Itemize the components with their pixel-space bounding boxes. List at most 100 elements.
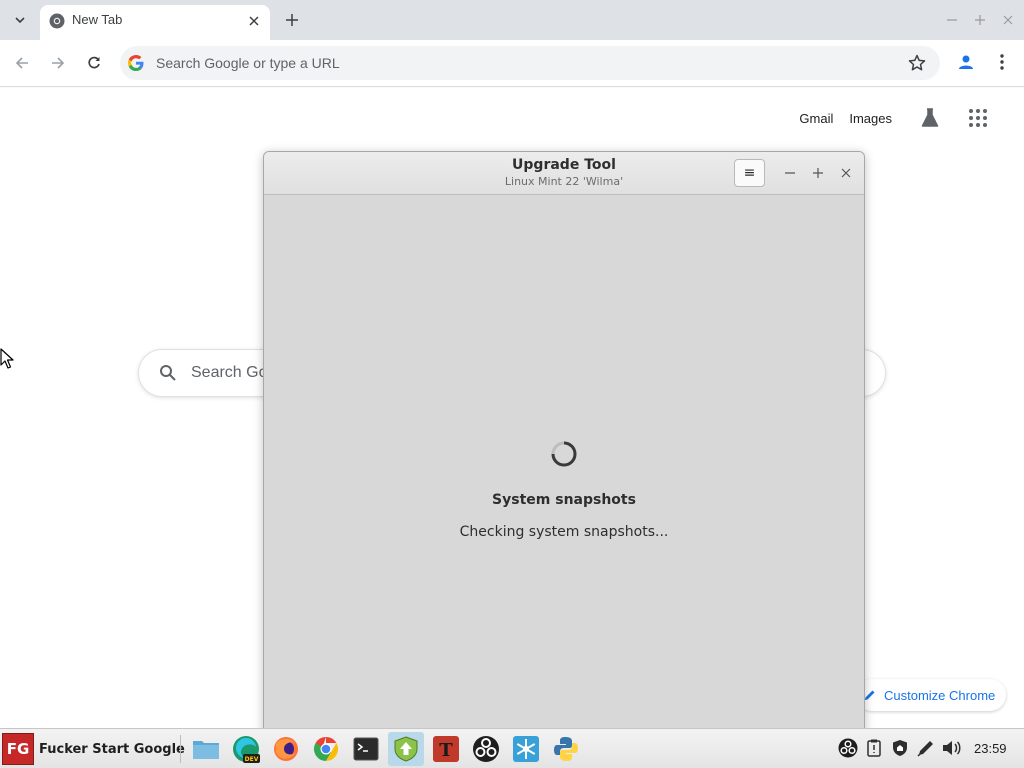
arrow-left-icon (15, 57, 28, 69)
upgrade-tool-window: Upgrade Tool Linux Mint 22 'Wilma' ≡ Sys… (263, 151, 865, 741)
profile-button[interactable] (954, 50, 978, 74)
minimize-icon (947, 19, 957, 21)
close-window-button[interactable] (998, 8, 1018, 32)
pen-icon (917, 741, 933, 757)
obs-icon (473, 736, 499, 762)
firefox-icon (274, 737, 298, 761)
customize-chrome-button[interactable]: Customize Chrome (856, 679, 1006, 711)
launcher-edge-dev[interactable]: DEV (228, 732, 264, 766)
shield-icon (893, 740, 907, 756)
dialog-subtitle: Linux Mint 22 'Wilma' (504, 175, 624, 188)
launcher-font-app[interactable]: T (428, 732, 464, 766)
pencil-icon (865, 690, 875, 700)
maximize-icon (813, 168, 823, 178)
forward-button[interactable] (45, 50, 71, 76)
close-icon (249, 16, 259, 26)
images-link[interactable]: Images (849, 111, 892, 126)
labs-button[interactable] (918, 106, 942, 130)
reload-button[interactable] (81, 50, 107, 76)
snowflake-app-icon (513, 736, 539, 762)
ntp-search-placeholder: Search Go (191, 364, 268, 381)
launcher-terminal[interactable] (348, 732, 384, 766)
hamburger-menu-icon: ≡ (743, 165, 756, 181)
minimize-icon (785, 172, 795, 174)
tab-strip: New Tab (0, 0, 1024, 40)
launcher-obs[interactable] (468, 732, 504, 766)
maximize-icon (975, 15, 985, 25)
launcher-file-manager[interactable] (188, 732, 224, 766)
omnibox[interactable] (120, 46, 940, 80)
start-menu-label: Fucker Start Google (39, 741, 185, 757)
taskbar-separator (180, 735, 181, 763)
mouse-cursor-icon (0, 348, 14, 369)
launcher-snowflake-app[interactable] (508, 732, 544, 766)
launcher-chrome[interactable] (308, 732, 344, 766)
edge-dev-icon: DEV (233, 736, 260, 763)
launcher-firefox[interactable] (268, 732, 304, 766)
reload-icon (88, 56, 100, 69)
omnibox-input[interactable] (156, 46, 896, 80)
start-logo: FG (2, 733, 34, 765)
profile-avatar-icon (959, 55, 973, 69)
loading-spinner-icon (551, 441, 577, 467)
status-message: Checking system snapshots... (459, 524, 669, 540)
chevron-down-icon (15, 17, 25, 24)
python-icon (554, 737, 578, 761)
tray-pen[interactable] (916, 737, 936, 759)
back-button[interactable] (9, 50, 35, 76)
dialog-menu-button[interactable]: ≡ (734, 159, 765, 187)
apps-grid-icon (969, 109, 987, 127)
tab-new-tab[interactable]: New Tab (40, 5, 270, 40)
new-tab-button[interactable] (280, 8, 304, 32)
start-menu-button[interactable]: FG Fucker Start Google (2, 732, 185, 766)
status-title: System snapshots (492, 492, 636, 508)
chrome-menu-button[interactable] (992, 50, 1012, 74)
svg-text:DEV: DEV (245, 756, 259, 763)
gmail-link[interactable]: Gmail (799, 111, 833, 126)
apps-button[interactable] (966, 106, 990, 130)
plus-icon (286, 14, 298, 26)
launcher-upgrade-tool[interactable] (388, 732, 424, 766)
dialog-title: Upgrade Tool (512, 157, 616, 173)
tray-clipboard[interactable] (864, 737, 884, 759)
close-icon (841, 168, 851, 178)
clock[interactable]: 23:59 (974, 741, 1007, 756)
dialog-maximize-button[interactable] (808, 162, 828, 184)
svg-text:T: T (439, 740, 453, 761)
font-app-icon: T (433, 736, 459, 762)
window-controls (942, 8, 1018, 32)
volume-icon (943, 741, 961, 755)
taskbar: FG Fucker Start Google DEV T 23:59 (0, 728, 1024, 768)
show-desktop-button[interactable] (1021, 737, 1024, 759)
tray-obs[interactable] (838, 737, 858, 759)
obs-tray-icon (838, 738, 858, 758)
launcher-list: DEV T (188, 732, 584, 766)
chrome-icon (313, 737, 339, 761)
launcher-python[interactable] (548, 732, 584, 766)
dialog-minimize-button[interactable] (780, 162, 800, 184)
flask-icon (921, 108, 939, 127)
tray-shield[interactable] (890, 737, 910, 759)
tab-close-button[interactable] (246, 13, 262, 29)
close-icon (1003, 15, 1013, 25)
bookmark-star-icon[interactable] (908, 54, 926, 72)
dialog-close-button[interactable] (836, 162, 856, 184)
google-g-icon (128, 55, 144, 71)
customize-chrome-label: Customize Chrome (884, 687, 996, 703)
ntp-header-links: Gmail Images (799, 106, 1004, 130)
browser-toolbar (0, 40, 1024, 87)
minimize-button[interactable] (942, 8, 962, 32)
chrome-favicon-icon (49, 13, 65, 29)
tab-title: New Tab (72, 12, 123, 27)
dialog-header-bar[interactable]: Upgrade Tool Linux Mint 22 'Wilma' ≡ (264, 152, 864, 195)
system-tray: 23:59 (838, 737, 1024, 759)
mint-upgrade-icon (394, 736, 418, 762)
search-icon (160, 365, 176, 381)
clipboard-icon (867, 739, 881, 757)
tray-volume[interactable] (942, 737, 962, 759)
more-vert-icon (1000, 54, 1004, 70)
arrow-right-icon (52, 57, 65, 69)
maximize-button[interactable] (970, 8, 990, 32)
tab-search-button[interactable] (8, 8, 32, 32)
terminal-icon (353, 737, 379, 761)
